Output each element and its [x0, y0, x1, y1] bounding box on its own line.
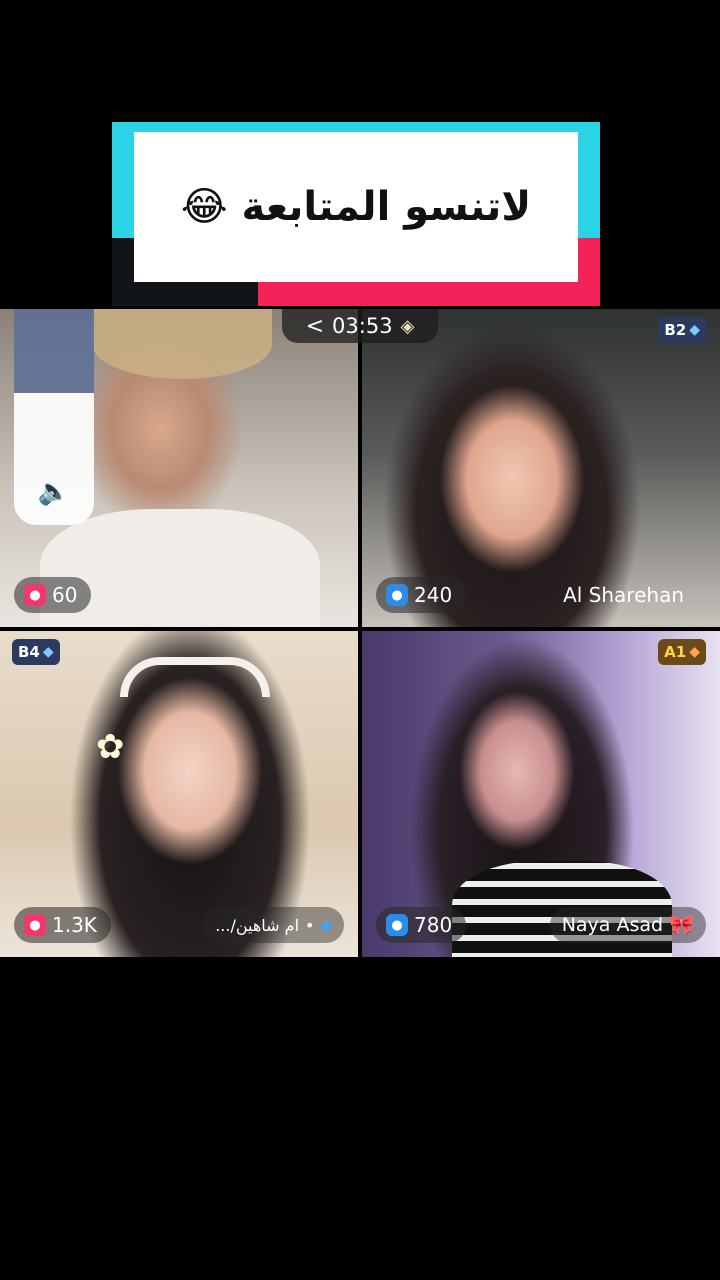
diamond-icon: ◆	[689, 322, 700, 338]
guest-name[interactable]: Al Sharehan	[551, 577, 696, 613]
guest-tile-1[interactable]: 🔈 ● 60	[0, 309, 358, 627]
rank-badge: A1 ◆	[658, 639, 706, 665]
guest-tile-3[interactable]: ✿ B4 ◆ ● 1.3K ◆ • ام شاهين/...	[0, 631, 358, 957]
blue-diamond-icon: ◆	[320, 916, 332, 934]
score-pill: ● 60	[14, 577, 92, 613]
score-pill: ● 240	[376, 577, 467, 613]
rank-label: B4	[18, 643, 40, 661]
rank-label: B2	[664, 321, 687, 339]
volume-slider-track	[14, 309, 94, 393]
bow-icon: 🎀	[669, 913, 694, 937]
headband-shape	[120, 657, 270, 697]
flower-icon: ✿	[96, 727, 125, 767]
speaker-icon[interactable]: 🔈	[38, 477, 70, 507]
score-value: 60	[52, 583, 78, 607]
guest-tile-4[interactable]: A1 ◆ ● 780 Naya Asad 🎀	[362, 631, 720, 957]
volume-slider[interactable]: 🔈	[14, 309, 94, 525]
live-grid: 🔈 ● 60 B2 ◆ ● 240 Al Sharehan ✿ B4 ◆ ● 1…	[0, 309, 720, 957]
guest-name-label: Al Sharehan	[563, 583, 684, 607]
rank-badge: B4 ◆	[12, 639, 60, 665]
guest-name-label: ام شاهين/...	[215, 915, 300, 935]
name-prefix: •	[305, 915, 315, 935]
guest-name-label: Naya Asad	[561, 914, 664, 936]
rank-label: A1	[664, 643, 687, 661]
volume-slider-fill: 🔈	[14, 393, 94, 525]
timer-value: 03:53	[332, 314, 393, 338]
diamond-badge-icon: ◈	[400, 315, 415, 337]
rank-badge: B2 ◆	[658, 317, 706, 343]
guest-name[interactable]: ◆ • ام شاهين/...	[203, 907, 344, 943]
score-pill: ● 1.3K	[14, 907, 111, 943]
caption-card: لاتنسو المتابعة 😂	[134, 132, 578, 282]
caption-text: لاتنسو المتابعة 😂	[180, 184, 532, 230]
guest-name[interactable]: Naya Asad 🎀	[549, 907, 706, 943]
diamond-icon: ◆	[689, 644, 700, 660]
caption-banner: لاتنسو المتابعة 😂	[112, 122, 600, 306]
blue-gift-icon: ●	[386, 914, 408, 936]
battle-timer[interactable]: < 03:53 ◈	[282, 309, 438, 343]
pink-gift-icon: ●	[24, 584, 46, 606]
guest-tile-2[interactable]: B2 ◆ ● 240 Al Sharehan	[362, 309, 720, 627]
pink-gift-icon: ●	[24, 914, 46, 936]
blue-gift-icon: ●	[386, 584, 408, 606]
score-value: 240	[414, 583, 453, 607]
score-pill: ● 780	[376, 907, 467, 943]
chevron-left-icon[interactable]: <	[306, 314, 324, 339]
hat-shape	[92, 309, 272, 379]
diamond-icon: ◆	[42, 644, 54, 660]
score-value: 1.3K	[52, 913, 97, 937]
score-value: 780	[414, 913, 453, 937]
